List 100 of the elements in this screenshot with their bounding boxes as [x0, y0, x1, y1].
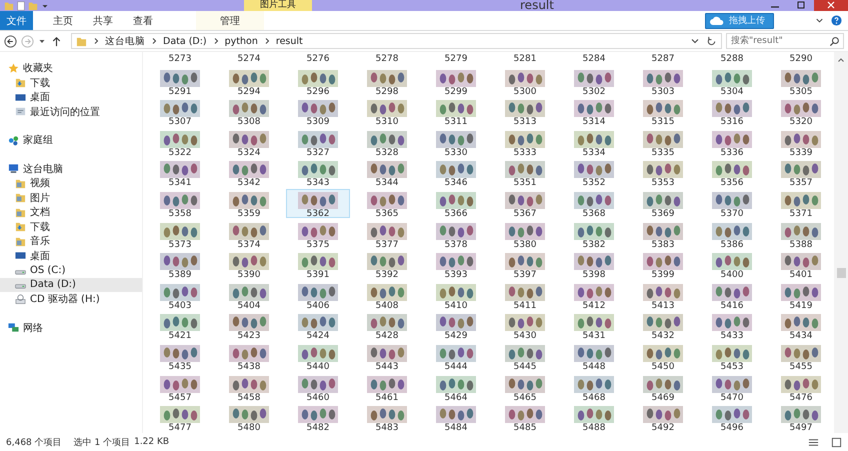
- file-item[interactable]: 5440: [286, 342, 350, 371]
- file-item[interactable]: 5291: [148, 66, 212, 96]
- file-item[interactable]: 5315: [631, 97, 695, 126]
- file-item[interactable]: 5492: [631, 403, 695, 432]
- nav-item[interactable]: 这台电脑: [0, 162, 142, 176]
- file-item[interactable]: 5416: [700, 280, 764, 310]
- file-item[interactable]: 5431: [562, 311, 626, 340]
- file-item[interactable]: 5424: [286, 311, 350, 340]
- file-item[interactable]: 5383: [631, 220, 695, 249]
- file-item[interactable]: 5391: [286, 250, 350, 280]
- file-item[interactable]: 5322: [148, 128, 212, 157]
- search-icon[interactable]: [829, 36, 840, 46]
- scrollbar-thumb[interactable]: [836, 268, 846, 278]
- file-item[interactable]: 5334: [562, 128, 626, 157]
- ribbon-tab[interactable]: 文件: [0, 11, 33, 30]
- file-item[interactable]: 5450: [631, 342, 695, 371]
- nav-item[interactable]: 家庭组: [0, 133, 142, 148]
- file-item[interactable]: 5419: [769, 280, 833, 310]
- chevron-icon[interactable]: [93, 37, 99, 45]
- close-icon[interactable]: [814, 0, 848, 11]
- file-item[interactable]: 5438: [217, 342, 281, 371]
- file-item[interactable]: 5411: [493, 280, 557, 310]
- file-item[interactable]: 5328: [355, 128, 419, 157]
- file-item[interactable]: 5403: [148, 280, 212, 310]
- details-view-icon[interactable]: [808, 436, 819, 448]
- file-item[interactable]: 5302: [562, 66, 626, 96]
- file-item[interactable]: 5477: [148, 403, 212, 432]
- file-item[interactable]: 5461: [355, 372, 419, 402]
- file-item[interactable]: 5458: [217, 372, 281, 402]
- file-item[interactable]: 5388: [769, 220, 833, 249]
- file-item[interactable]: 5366: [424, 188, 488, 218]
- file-item[interactable]: 5445: [493, 342, 557, 371]
- file-item[interactable]: 5365: [355, 188, 419, 218]
- chevron-icon[interactable]: [212, 37, 219, 45]
- file-item[interactable]: 5351: [493, 158, 557, 188]
- file-item[interactable]: 5382: [562, 220, 626, 249]
- file-item[interactable]: 5370: [700, 188, 764, 218]
- file-item[interactable]: 5453: [700, 342, 764, 371]
- chevron-icon[interactable]: [264, 37, 270, 45]
- file-item[interactable]: 5497: [769, 403, 833, 432]
- nav-item[interactable]: 下载: [0, 220, 142, 234]
- file-item[interactable]: 5484: [424, 403, 488, 432]
- file-item[interactable]: 5314: [562, 97, 626, 126]
- file-item[interactable]: 5374: [217, 220, 281, 249]
- file-item[interactable]: 5304: [700, 66, 764, 96]
- file-item[interactable]: 5309: [286, 97, 350, 126]
- file-item[interactable]: 5373: [148, 220, 212, 249]
- nav-item[interactable]: 收藏夹: [0, 61, 142, 76]
- file-item[interactable]: 5310: [355, 97, 419, 126]
- file-item[interactable]: 5344: [355, 158, 419, 188]
- file-item[interactable]: 5408: [355, 280, 419, 310]
- file-item[interactable]: 5313: [493, 97, 557, 126]
- file-item[interactable]: 5356: [700, 158, 764, 188]
- file-item[interactable]: 5398: [562, 250, 626, 280]
- file-item[interactable]: 5400: [700, 250, 764, 280]
- file-item[interactable]: 5327: [286, 128, 350, 157]
- back-icon[interactable]: [4, 34, 17, 48]
- file-item[interactable]: 5448: [562, 342, 626, 371]
- file-item[interactable]: 5413: [631, 280, 695, 310]
- nav-item[interactable]: Data (D:): [0, 278, 142, 292]
- breadcrumb[interactable]: result: [276, 36, 303, 46]
- file-item[interactable]: 5469: [631, 372, 695, 402]
- file-item[interactable]: 5330: [424, 128, 488, 157]
- nav-item[interactable]: 网络: [0, 320, 142, 335]
- file-item[interactable]: 5324: [217, 128, 281, 157]
- file-item[interactable]: 5392: [355, 250, 419, 280]
- chevron-icon[interactable]: [151, 37, 157, 45]
- large-icons-view-icon[interactable]: [831, 436, 842, 448]
- file-item[interactable]: 5342: [217, 158, 281, 188]
- breadcrumb[interactable]: python: [224, 36, 258, 46]
- file-item[interactable]: 5380: [493, 220, 557, 249]
- file-item[interactable]: 5434: [769, 311, 833, 340]
- nav-item[interactable]: 最近访问的位置: [0, 104, 142, 119]
- file-item[interactable]: 5352: [562, 158, 626, 188]
- file-item[interactable]: 5367: [493, 188, 557, 218]
- file-item[interactable]: 5496: [700, 403, 764, 432]
- file-item[interactable]: 5480: [217, 403, 281, 432]
- ribbon-tab[interactable]: 查看: [123, 11, 163, 30]
- file-item[interactable]: 5429: [424, 311, 488, 340]
- file-item[interactable]: 5371: [769, 188, 833, 218]
- file-item[interactable]: 5378: [424, 220, 488, 249]
- file-item[interactable]: 5399: [631, 250, 695, 280]
- file-item[interactable]: 5482: [286, 403, 350, 432]
- file-item[interactable]: 5430: [493, 311, 557, 340]
- file-item[interactable]: 5457: [148, 372, 212, 402]
- file-item[interactable]: 5386: [700, 220, 764, 249]
- file-item[interactable]: 5401: [769, 250, 833, 280]
- breadcrumb[interactable]: 这台电脑: [105, 34, 145, 48]
- nav-item[interactable]: 下载: [0, 76, 142, 90]
- file-item[interactable]: 5377: [355, 220, 419, 249]
- caret-icon[interactable]: [38, 37, 46, 45]
- nav-item[interactable]: 音乐: [0, 234, 142, 248]
- file-item[interactable]: 5298: [355, 66, 419, 96]
- file-item[interactable]: 5393: [424, 250, 488, 280]
- file-item[interactable]: 5464: [424, 372, 488, 402]
- file-item[interactable]: 5404: [217, 280, 281, 310]
- file-item[interactable]: 5390: [217, 250, 281, 280]
- file-item[interactable]: 5308: [217, 97, 281, 126]
- file-item[interactable]: 5443: [355, 342, 419, 371]
- nav-item[interactable]: OS (C:): [0, 263, 142, 278]
